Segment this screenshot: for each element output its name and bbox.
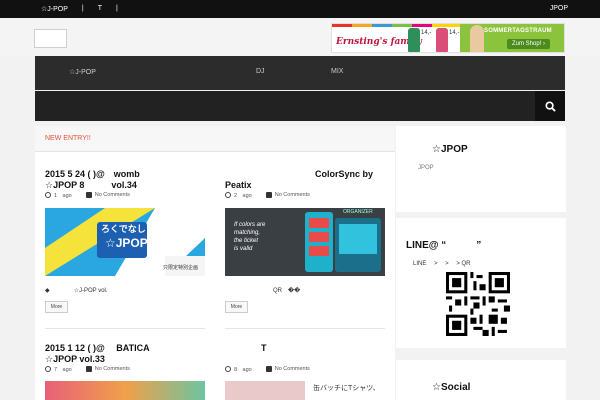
comment-icon <box>85 366 92 372</box>
ad-shop-button[interactable]: Zum Shop! › <box>507 39 551 49</box>
widget-subtitle: LINE > > > QR <box>413 261 471 267</box>
widget-title: LINE@ “ ” <box>406 240 482 251</box>
comments-link[interactable]: No Comments <box>275 366 310 372</box>
main-nav: ☆J-POP DJ MIX <box>35 56 565 90</box>
nav-item-jpop[interactable]: ☆J-POP <box>69 68 96 76</box>
post-meta: 8 ago No Comments <box>225 365 310 373</box>
post-excerpt: QR �� <box>225 288 301 294</box>
post-meta: 7 ago No Comments <box>45 365 130 373</box>
dress-image <box>436 28 448 52</box>
section-label: NEW ENTRY!! <box>45 135 91 142</box>
comment-icon <box>85 192 92 198</box>
ad-price: 14,- <box>449 30 460 36</box>
sidebar-jpop-widget: ☆JPOP JPOP <box>396 126 566 212</box>
sub-nav <box>35 91 565 121</box>
nav-item-mix[interactable]: MIX <box>331 68 343 75</box>
widget-title: ☆Social <box>432 382 471 393</box>
post-meta: 2 ago No Comments <box>225 191 310 199</box>
post-divider <box>225 328 385 329</box>
widget-title: ☆JPOP <box>432 144 468 155</box>
site-header: Ernsting's family 14,- 14,- SOMMERTAGSTR… <box>0 18 600 56</box>
comment-icon <box>265 366 272 372</box>
top-link-right[interactable]: JPOP <box>550 5 568 12</box>
post-thumbnail[interactable]: If colors are matching, the ticket is va… <box>225 208 385 276</box>
post-title[interactable]: 2015 5 24 ( )@ womb ☆JPOP 8 vol.34 <box>45 169 140 191</box>
ad-banner[interactable]: Ernsting's family 14,- 14,- SOMMERTAGSTR… <box>331 23 565 53</box>
more-button[interactable]: More <box>225 301 248 313</box>
clock-icon <box>225 192 231 198</box>
top-link-t[interactable]: T <box>98 5 102 13</box>
post-title[interactable]: T <box>225 343 267 354</box>
search-button[interactable] <box>535 91 565 121</box>
widget-subtitle: JPOP <box>418 165 434 171</box>
sidebar-social-widget: ☆Social <box>396 360 566 400</box>
comments-link[interactable]: No Comments <box>95 366 130 372</box>
clock-icon <box>45 192 51 198</box>
new-entry-header: NEW ENTRY!! <box>35 126 395 152</box>
post-thumbnail[interactable] <box>45 381 205 400</box>
nav-item-dj[interactable]: DJ <box>256 68 265 75</box>
ad-promo: SOMMERTAGSTRAUM <box>484 28 552 34</box>
top-separator: | <box>116 5 118 12</box>
sidebar-line-widget: LINE@ “ ” LINE > > > QR <box>396 218 566 348</box>
ad-banner-left: Ernsting's family 14,- 14,- <box>332 24 460 52</box>
top-bar-left: ☆J-POP | T | <box>41 5 132 13</box>
post-thumbnail[interactable] <box>225 381 305 400</box>
comments-link[interactable]: No Comments <box>275 192 310 198</box>
site-logo[interactable] <box>34 29 67 48</box>
comments-link[interactable]: No Comments <box>95 192 130 198</box>
search-icon <box>544 100 556 112</box>
post-meta: 1 ago No Comments <box>45 191 130 199</box>
post-excerpt: ◆ ☆J-POP vol. <box>45 288 108 294</box>
comment-icon <box>265 192 272 198</box>
top-link-jpop[interactable]: ☆J-POP <box>41 5 68 13</box>
post-title[interactable]: 2015 1 12 ( )@ BATICA ☆JPOP vol.33 <box>45 343 150 365</box>
post-thumbnail[interactable]: ろくでなし ☆JPOP 只限定特別企画 <box>45 208 205 276</box>
qr-code-image[interactable] <box>446 272 510 336</box>
ad-price: 14,- <box>421 30 432 36</box>
model-image <box>470 25 484 52</box>
post-excerpt: 缶バッチにTシャツ、 <box>313 385 380 392</box>
top-separator: | <box>81 5 84 12</box>
top-bar: ☆J-POP | T | JPOP <box>0 0 600 18</box>
post-divider <box>45 328 205 329</box>
dress-image <box>408 28 420 52</box>
post-title[interactable]: ColorSync by Peatix <box>225 169 373 191</box>
clock-icon <box>45 366 51 372</box>
more-button[interactable]: More <box>45 301 68 313</box>
clock-icon <box>225 366 231 372</box>
